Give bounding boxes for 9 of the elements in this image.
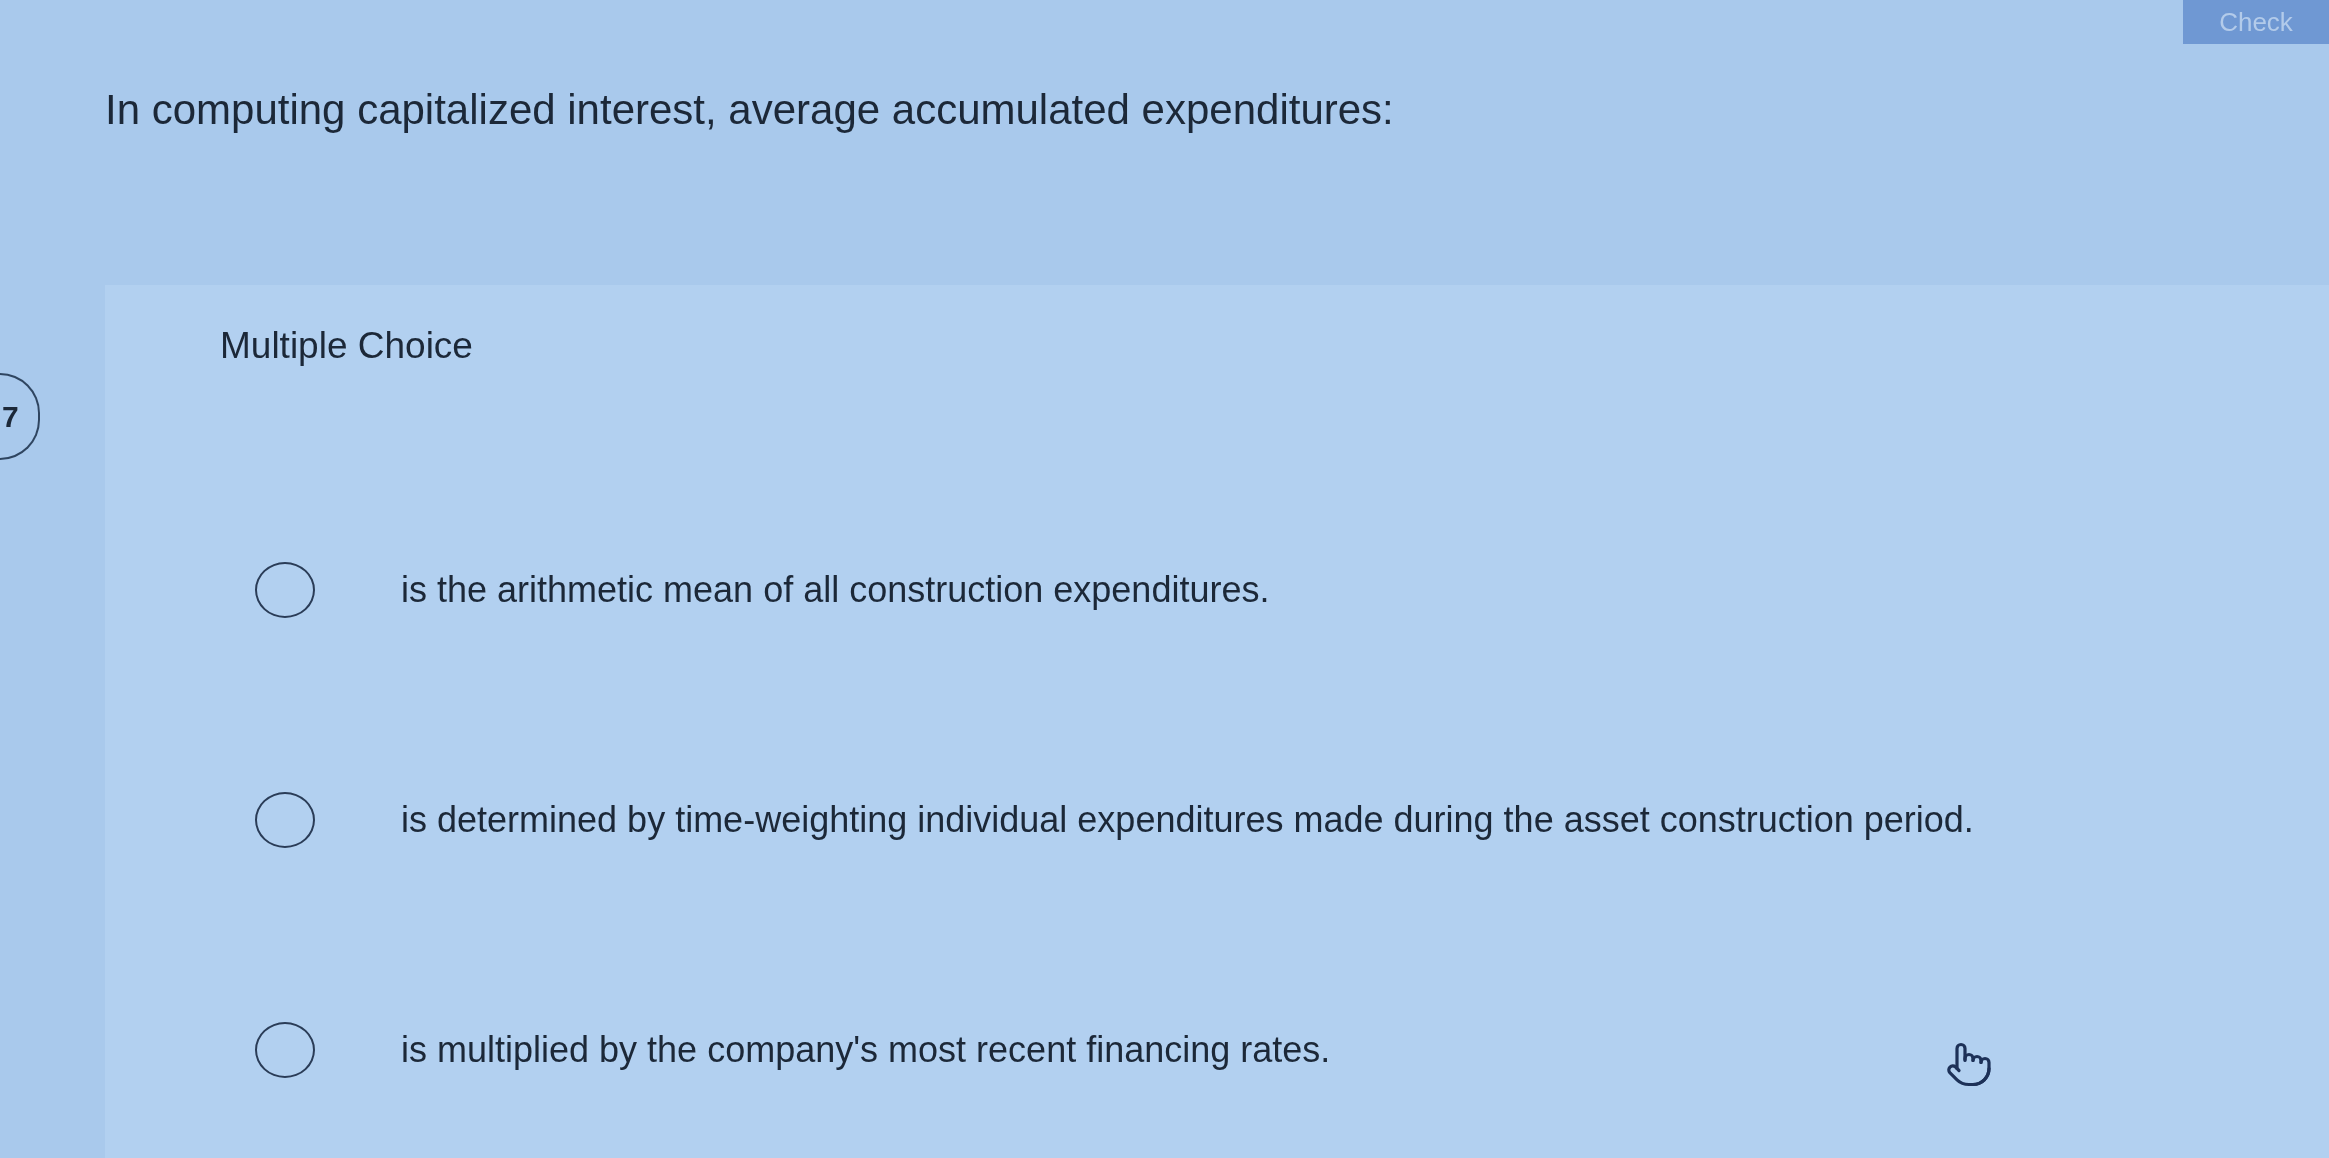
question-text: In computing capitalized interest, average accumulated expenditures: xyxy=(105,85,1394,135)
radio-button[interactable] xyxy=(255,792,315,848)
answer-option-text[interactable]: is the arithmetic mean of all construction expenditures. xyxy=(401,569,1270,611)
radio-button[interactable] xyxy=(255,1022,315,1078)
answer-option-text[interactable]: is multiplied by the company's most recent financing rates. xyxy=(401,1029,1331,1071)
radio-button[interactable] xyxy=(255,562,315,618)
question-type-label: Multiple Choice xyxy=(220,324,473,368)
question-number-badge[interactable]: 7 xyxy=(0,373,40,460)
answer-option-text[interactable]: is determined by time-weighting individual expenditures made during the asset construction period. xyxy=(401,799,1974,841)
